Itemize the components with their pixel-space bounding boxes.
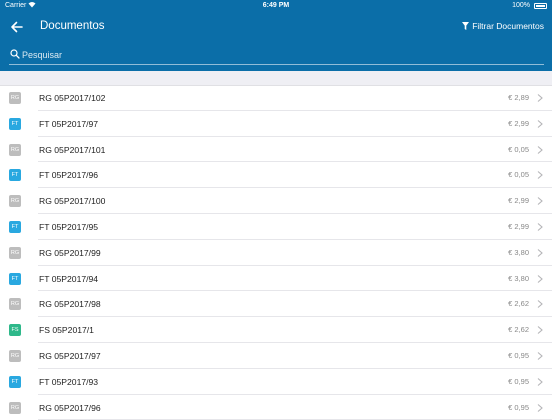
chevron-right-icon: [537, 326, 543, 335]
document-type-badge: RG: [9, 195, 21, 208]
chevron-right-icon: [537, 223, 543, 231]
top-bar: Carrier 6:49 PM 100% Documentos Filtrar …: [0, 0, 552, 71]
document-amount: € 0,95: [508, 376, 529, 386]
chevron-right-icon: [537, 145, 543, 154]
document-name: FT 05P2017/96: [39, 170, 99, 181]
document-type-badge: RG: [9, 349, 21, 362]
document-type-badge: FT: [9, 220, 21, 233]
document-type-badge: RG: [9, 298, 21, 311]
document-amount: € 2,89: [508, 93, 529, 102]
search-bar: [9, 46, 544, 65]
document-type-badge: FT: [9, 272, 21, 285]
chevron-right-icon: [537, 352, 543, 360]
filter-funnel-icon: [462, 22, 470, 30]
document-row[interactable]: RG RG 05P2017/101 € 0,05: [0, 137, 552, 163]
document-type-badge: FT: [9, 169, 21, 182]
document-row[interactable]: RG RG 05P2017/96 € 0,95: [0, 395, 552, 420]
chevron-right-icon: [537, 300, 543, 309]
chevron-right-icon: [537, 403, 543, 412]
document-amount: € 3,80: [508, 273, 529, 283]
document-name: RG 05P2017/97: [39, 350, 101, 361]
document-name: RG 05P2017/99: [39, 247, 101, 258]
filter-documents-label: Filtrar Documentos: [472, 21, 544, 31]
document-name: FT 05P2017/93: [39, 376, 99, 387]
navigation-bar: Documentos Filtrar Documentos: [0, 12, 552, 42]
back-arrow-icon[interactable]: [8, 18, 26, 36]
chevron-right-icon: [537, 197, 543, 206]
page-title: Documentos: [40, 20, 105, 32]
chevron-right-icon: [537, 171, 543, 180]
document-row[interactable]: FT FT 05P2017/96 € 0,05: [0, 162, 552, 188]
document-row[interactable]: RG RG 05P2017/100 € 2,99: [0, 188, 552, 214]
battery-icon: [534, 3, 547, 9]
section-separator: [0, 71, 552, 86]
document-row[interactable]: FT FT 05P2017/95 € 2,99: [0, 214, 552, 240]
document-row[interactable]: FT FT 05P2017/94 € 3,80: [0, 266, 552, 292]
search-input[interactable]: [22, 47, 522, 62]
document-row[interactable]: RG RG 05P2017/102 € 2,89: [0, 85, 552, 111]
document-type-badge: RG: [9, 143, 21, 156]
document-row[interactable]: RG RG 05P2017/99 € 3,80: [0, 240, 552, 266]
document-amount: € 2,99: [508, 221, 529, 231]
document-type-badge: RG: [9, 401, 21, 414]
document-type-badge: RG: [9, 92, 21, 104]
document-amount: € 2,99: [508, 196, 529, 206]
document-amount: € 0,05: [508, 170, 529, 180]
document-name: RG 05P2017/102: [39, 93, 106, 103]
document-type-badge: FT: [9, 117, 21, 130]
chevron-right-icon: [537, 119, 543, 128]
document-name: RG 05P2017/98: [39, 299, 101, 310]
chevron-right-icon: [537, 248, 543, 257]
chevron-right-icon: [537, 94, 543, 102]
document-amount: € 0,95: [508, 402, 529, 412]
document-row[interactable]: RG RG 05P2017/98 € 2,62: [0, 291, 552, 317]
document-row[interactable]: FS FS 05P2017/1 € 2,62: [0, 317, 552, 343]
document-row[interactable]: RG RG 05P2017/97 € 0,95: [0, 343, 552, 369]
document-name: RG 05P2017/96: [39, 402, 101, 413]
document-amount: € 0,05: [508, 144, 529, 154]
document-row[interactable]: FT FT 05P2017/93 € 0,95: [0, 369, 552, 395]
document-amount: € 3,80: [508, 247, 529, 257]
chevron-right-icon: [537, 274, 543, 283]
document-amount: € 2,62: [508, 299, 529, 309]
document-name: FT 05P2017/95: [39, 221, 99, 232]
battery-percent: 100%: [512, 2, 530, 9]
document-amount: € 2,62: [508, 325, 529, 335]
documents-list: RG RG 05P2017/102 € 2,89 FT FT 05P2017/9…: [0, 85, 552, 420]
filter-documents-button[interactable]: Filtrar Documentos: [462, 21, 544, 31]
document-name: FS 05P2017/1: [39, 325, 94, 336]
document-amount: € 0,95: [508, 350, 529, 360]
document-type-badge: RG: [9, 246, 21, 259]
document-row[interactable]: FT FT 05P2017/97 € 2,99: [0, 111, 552, 137]
document-type-badge: FS: [9, 324, 21, 337]
document-name: RG 05P2017/100: [39, 196, 106, 207]
document-name: FT 05P2017/94: [39, 273, 99, 284]
document-type-badge: FT: [9, 375, 21, 388]
status-time: 6:49 PM: [262, 2, 290, 9]
search-icon: [10, 49, 20, 59]
document-amount: € 2,99: [508, 118, 529, 128]
chevron-right-icon: [537, 377, 543, 386]
document-name: RG 05P2017/101: [39, 144, 106, 155]
status-bar: Carrier 6:49 PM 100%: [0, 0, 552, 12]
document-name: FT 05P2017/97: [39, 118, 99, 129]
